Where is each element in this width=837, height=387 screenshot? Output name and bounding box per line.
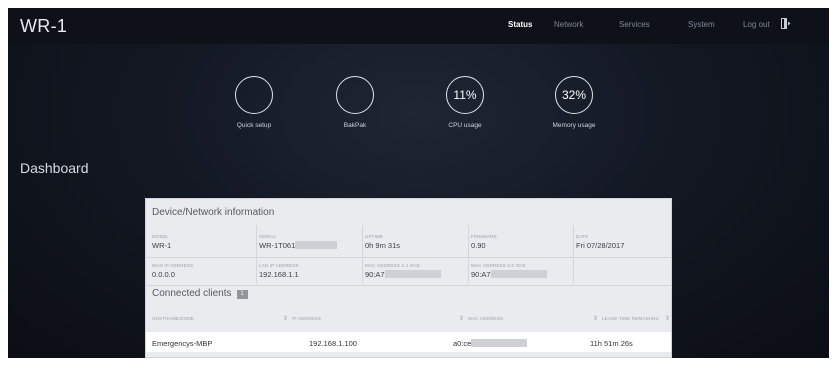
info-value: WR-1T061 xyxy=(259,241,296,250)
info-wan-ip: WAN IP ADDRESS 0.0.0.0 xyxy=(152,263,252,279)
column-header-lease[interactable]: LEASE TIME REMAINING xyxy=(602,316,659,321)
info-key: LAN IP ADDRESS xyxy=(259,263,299,268)
info-firmware: FIRMWARE 0.90 xyxy=(471,234,571,250)
client-hostname: Emergencys-MBP xyxy=(152,339,213,348)
redaction-block xyxy=(295,241,338,249)
info-value: 192.168.1.1 xyxy=(259,270,299,279)
sort-icon[interactable]: ⇕ xyxy=(665,315,670,322)
tile-quick-setup[interactable]: Quick setup xyxy=(214,76,294,129)
info-serial: SERIAL WR-1T061 xyxy=(259,234,359,250)
info-date: DATE Fri 07/28/2017 xyxy=(576,234,676,250)
nav-services[interactable]: Services xyxy=(619,20,650,29)
page-title: Dashboard xyxy=(20,160,89,176)
info-value: 90:A7 xyxy=(471,270,491,279)
redaction-block xyxy=(384,270,441,278)
nav-logout[interactable]: Log out xyxy=(743,20,770,29)
sort-icon[interactable]: ⇕ xyxy=(283,315,288,322)
redaction-block xyxy=(490,270,547,278)
info-key: WAN IP ADDRESS xyxy=(152,263,194,268)
tile-memory-usage[interactable]: 32% Memory usage xyxy=(534,76,614,129)
divider xyxy=(468,225,469,283)
client-mac-value: a0:ce xyxy=(453,339,472,348)
cpu-usage-ring: 11% xyxy=(446,76,484,114)
info-lan-ip: LAN IP ADDRESS 192.168.1.1 xyxy=(259,263,359,279)
clients-title: Connected clients 1 xyxy=(152,288,248,299)
bakpak-ring xyxy=(336,76,374,114)
nav-network[interactable]: Network xyxy=(554,20,583,29)
info-key: MAC ADDRESS 5.0 GHZ xyxy=(471,263,526,268)
tile-bakpak[interactable]: BakPak xyxy=(315,76,395,129)
info-key: MODEL xyxy=(152,234,170,239)
app-title: WR-1 xyxy=(20,16,68,36)
nav-status[interactable]: Status xyxy=(508,20,532,29)
info-model: MODEL WR-1 xyxy=(152,234,252,250)
column-header-mac[interactable]: MAC ADDRESS xyxy=(468,316,503,321)
info-value: 90:A7 xyxy=(365,270,385,279)
divider xyxy=(573,225,574,283)
memory-usage-ring: 32% xyxy=(555,76,593,114)
client-mac: a0:ce xyxy=(453,339,528,348)
column-header-ip[interactable]: IP ADDRESS xyxy=(292,316,321,321)
tile-label: Memory usage xyxy=(552,122,596,129)
info-value: 0h 9m 31s xyxy=(365,241,401,250)
divider xyxy=(146,285,671,286)
divider xyxy=(362,225,363,283)
client-lease-time: 11h 51m 26s xyxy=(590,339,633,348)
info-uptime: UPTIME 0h 9m 31s xyxy=(365,234,465,250)
tile-cpu-usage[interactable]: 11% CPU usage xyxy=(425,76,505,129)
info-mac-24ghz: MAC ADDRESS 2.4 GHZ 90:A7 xyxy=(365,263,465,279)
info-value: 0.90 xyxy=(471,241,486,250)
redaction-block xyxy=(471,339,528,347)
info-value: 0.0.0.0 xyxy=(152,270,175,279)
device-info-panel: Device/Network information MODEL WR-1 SE… xyxy=(145,198,672,358)
info-value: Fri 07/28/2017 xyxy=(576,241,625,250)
info-key: SERIAL xyxy=(259,234,277,239)
column-header-hostname[interactable]: HOSTNAME/ZONE xyxy=(152,316,194,321)
divider xyxy=(256,225,257,283)
quick-setup-ring xyxy=(235,76,273,114)
info-key: UPTIME xyxy=(365,234,384,239)
sort-icon[interactable]: ⇕ xyxy=(593,315,598,322)
info-key: FIRMWARE xyxy=(471,234,497,239)
nav-system[interactable]: System xyxy=(688,20,715,29)
router-admin-screen: WR-1 Status Network Services System Log … xyxy=(8,8,829,358)
divider xyxy=(146,257,671,258)
tile-label: BakPak xyxy=(343,122,367,129)
client-ip: 192.168.1.100 xyxy=(309,339,357,348)
info-key: MAC ADDRESS 2.4 GHZ xyxy=(365,263,420,268)
device-info-title: Device/Network information xyxy=(152,207,275,218)
clients-title-label: Connected clients xyxy=(152,288,232,299)
info-key: DATE xyxy=(576,234,589,239)
info-mac-5ghz: MAC ADDRESS 5.0 GHZ 90:A7 xyxy=(471,263,571,279)
logout-icon[interactable] xyxy=(781,18,791,29)
tile-label: Quick setup xyxy=(236,122,272,129)
info-value: WR-1 xyxy=(152,241,172,250)
clients-count-badge: 1 xyxy=(236,290,248,299)
sort-icon[interactable]: ⇕ xyxy=(459,315,464,322)
tile-label: CPU usage xyxy=(448,122,482,129)
top-bar: WR-1 Status Network Services System Log … xyxy=(8,8,829,44)
